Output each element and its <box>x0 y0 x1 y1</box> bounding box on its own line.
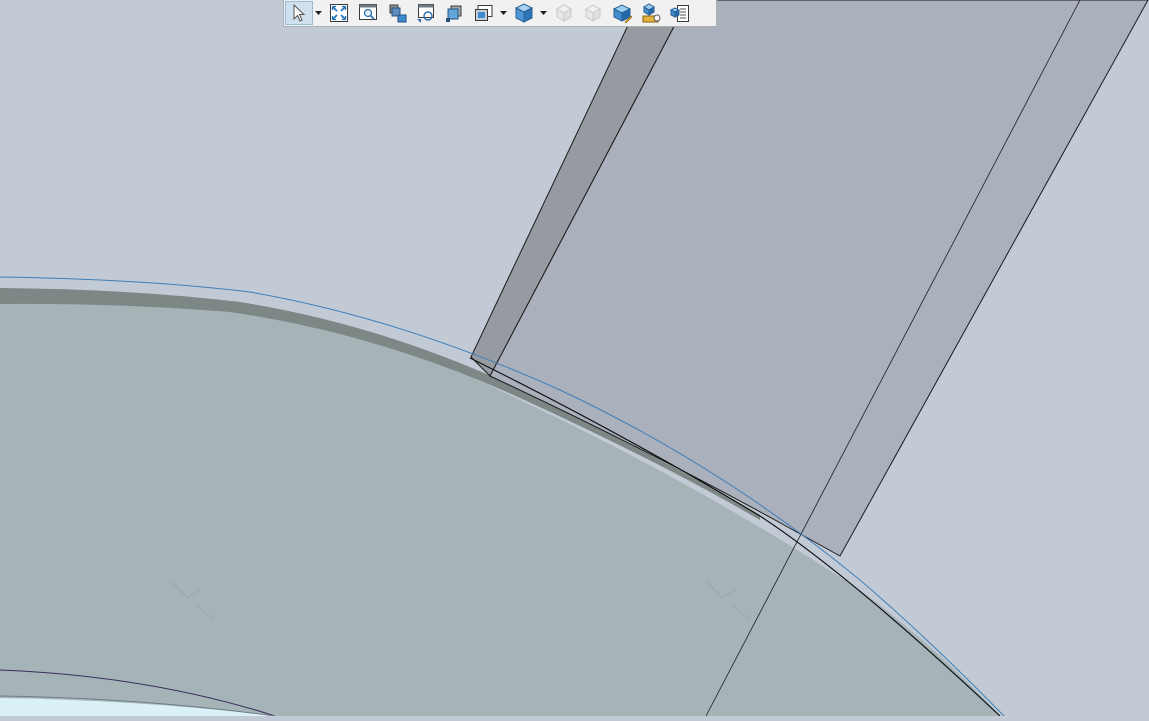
hide-show-items-button[interactable] <box>550 1 578 25</box>
hide-show-items-icon <box>555 4 573 22</box>
section-view-button[interactable] <box>441 1 469 25</box>
view-orientation-button[interactable] <box>470 1 498 25</box>
select-button[interactable] <box>285 1 313 25</box>
zoom-to-area-icon <box>359 4 377 20</box>
previous-view-button[interactable] <box>383 1 411 25</box>
heads-up-view-toolbar <box>283 0 717 27</box>
display-pane-button[interactable] <box>666 1 694 25</box>
rotate-view-button[interactable] <box>412 1 440 25</box>
graphics-area[interactable] <box>0 0 1149 717</box>
view-orientation-icon <box>475 5 493 21</box>
previous-view-icon <box>389 4 407 23</box>
view-orientation-dropdown[interactable] <box>499 1 508 25</box>
display-style-icon <box>514 3 534 23</box>
zoom-to-fit-icon <box>330 4 348 22</box>
zoom-to-fit-button[interactable] <box>325 1 353 25</box>
chevron-down-icon <box>500 10 507 15</box>
section-view-icon <box>446 5 462 22</box>
select-dropdown-button[interactable] <box>314 1 323 25</box>
edit-appearance-icon <box>584 4 602 22</box>
apply-scene-button[interactable] <box>608 1 636 25</box>
display-style-button[interactable] <box>510 1 538 25</box>
display-pane-icon <box>669 5 689 22</box>
edit-appearance-button[interactable] <box>579 1 607 25</box>
model-view[interactable] <box>0 0 1149 717</box>
display-style-dropdown[interactable] <box>539 1 548 25</box>
view-settings-button[interactable] <box>637 1 665 25</box>
apply-scene-icon <box>612 4 633 24</box>
zoom-to-area-button[interactable] <box>354 1 382 25</box>
rotate-view-icon <box>417 4 434 23</box>
select-pointer-icon <box>293 4 306 22</box>
view-settings-icon <box>642 3 661 23</box>
chevron-down-icon <box>315 10 322 15</box>
chevron-down-icon <box>540 10 547 15</box>
